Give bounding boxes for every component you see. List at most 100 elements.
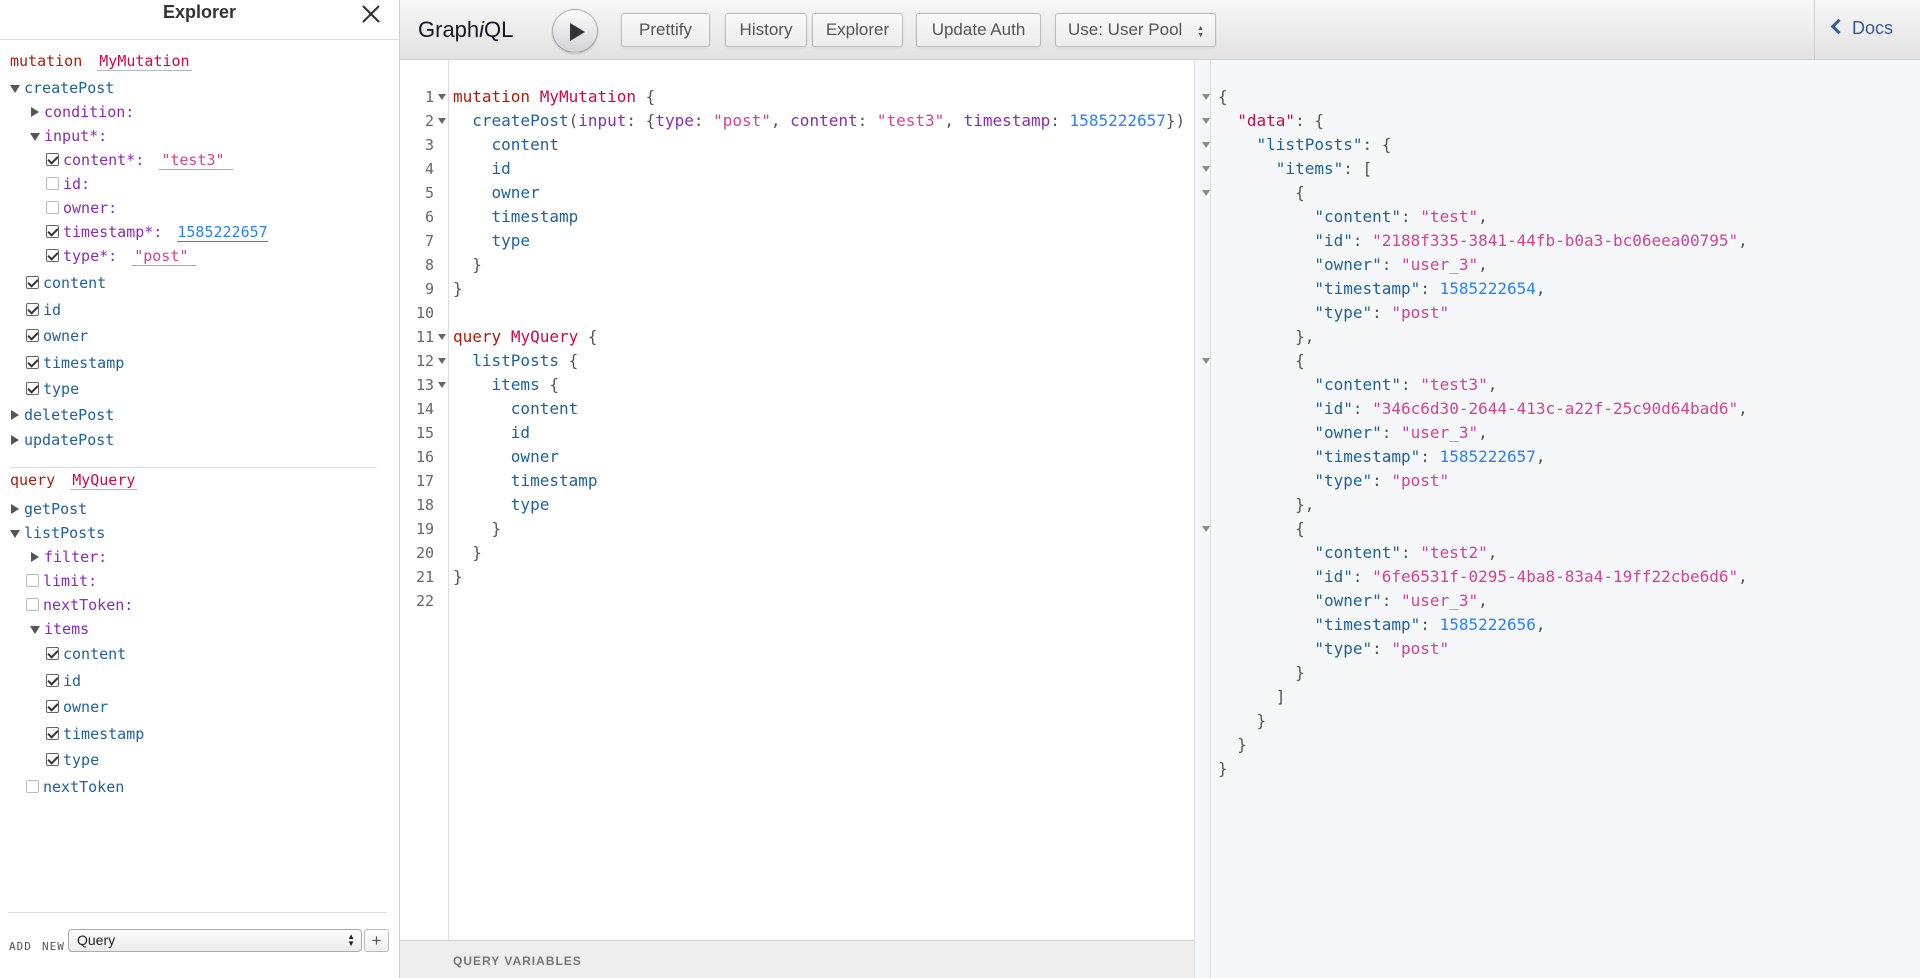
field-label: id [43,301,62,319]
tree-item-filter[interactable]: filter: [30,546,107,568]
tree-field-type[interactable]: type [26,378,79,400]
json-string: "user_3" [1401,423,1479,442]
mutation-name-input[interactable]: MyMutation [97,52,192,71]
checkbox-checked[interactable] [46,647,59,660]
checkbox-unchecked[interactable] [26,574,39,587]
tree-field-nextToken[interactable]: nextToken [26,776,124,798]
json-key: "items" [1275,159,1344,178]
tree-item-updatePost[interactable]: updatePost [10,429,114,451]
input-field-content[interactable]: content*: "test3" [46,149,233,171]
checkbox-checked[interactable] [46,674,59,687]
tree-item-input[interactable]: input*: [30,125,107,147]
fold-arrow-icon[interactable] [438,382,446,388]
timestamp-value-input[interactable]: 1585222657 [177,223,268,242]
fold-arrow-icon[interactable] [1202,118,1210,124]
json-key: "type" [1314,471,1373,490]
tree-field-type[interactable]: type [46,749,99,771]
operation-type-select[interactable]: Query ▲ ▼ [68,929,362,952]
tree-field-content[interactable]: content [46,643,126,665]
graphiql-logo: GraphiQL [418,17,513,43]
query-name-input[interactable]: MyQuery [70,471,138,490]
toolbar: GraphiQL Prettify History Explorer Updat… [400,0,1920,60]
expanded-arrow-icon [10,83,20,93]
docs-button[interactable]: Docs [1830,18,1893,39]
line-number: 3 [424,136,434,154]
line-number: 20 [415,544,434,562]
type-value-input[interactable]: "post" [132,247,197,266]
fold-arrow-icon[interactable] [1202,190,1210,196]
fold-arrow-icon[interactable] [1202,94,1210,100]
code-keyword: query [453,327,502,346]
input-field-type[interactable]: type*: "post" [46,245,197,267]
checkbox-unchecked[interactable] [46,201,59,214]
input-field-owner[interactable]: owner: [46,197,117,219]
tree-label: updatePost [24,431,115,449]
query-variables-bar[interactable]: QUERY VARIABLES [400,940,1194,978]
tree-item-items[interactable]: items [30,618,89,640]
tree-item-deletePost[interactable]: deletePost [10,404,114,426]
content-value-input[interactable]: "test3" [159,151,233,170]
tree-arg-limit[interactable]: limit: [26,570,97,592]
checkbox-unchecked[interactable] [26,780,39,793]
add-operation-button[interactable]: + [364,929,389,952]
fold-arrow-icon[interactable] [1202,166,1210,172]
code-property: type [510,495,550,514]
result-viewer[interactable]: { "data": { "listPosts": { "items": [ { … [1194,60,1920,978]
tree-field-timestamp[interactable]: timestamp [26,352,124,374]
checkbox-checked[interactable] [46,700,59,713]
checkbox-checked[interactable] [46,727,59,740]
tree-item-listPosts[interactable]: listPosts [10,522,105,544]
explorer-button[interactable]: Explorer [812,13,903,47]
execute-query-button[interactable] [552,9,598,53]
fold-arrow-icon[interactable] [438,358,446,364]
new-label: NEW [42,940,65,953]
checkbox-checked[interactable] [26,276,39,289]
checkbox-checked[interactable] [46,753,59,766]
tree-item-condition[interactable]: condition: [30,101,134,123]
tree-field-id[interactable]: id [46,670,81,692]
fold-arrow-icon[interactable] [1202,526,1210,532]
tree-field-owner[interactable]: owner [26,325,88,347]
input-field-timestamp[interactable]: timestamp*: 1585222657 [46,221,268,243]
tree-field-content[interactable]: content [26,272,106,294]
close-icon[interactable] [359,2,383,26]
code-property: createPost [472,111,569,130]
tree-label: input*: [44,127,108,145]
json-number: 1585222657 [1439,447,1536,466]
code-property: owner [491,183,540,202]
fold-arrow-icon[interactable] [438,118,446,124]
checkbox-checked[interactable] [46,249,59,262]
tree-label: createPost [24,79,115,97]
json-key: "content" [1314,543,1402,562]
prettify-button[interactable]: Prettify [621,13,710,47]
checkbox-checked[interactable] [46,225,59,238]
input-field-id[interactable]: id: [46,173,90,195]
result-gutter [1195,60,1211,978]
tree-field-owner[interactable]: owner [46,696,108,718]
tree-item-createPost[interactable]: createPost [10,77,114,99]
update-auth-button[interactable]: Update Auth [916,13,1041,47]
checkbox-unchecked[interactable] [26,598,39,611]
checkbox-checked[interactable] [26,303,39,316]
checkbox-checked[interactable] [26,382,39,395]
tree-arg-nextToken[interactable]: nextToken: [26,594,133,616]
checkbox-checked[interactable] [46,153,59,166]
checkbox-checked[interactable] [26,329,39,342]
checkbox-checked[interactable] [26,356,39,369]
code-property: listPosts [472,351,559,370]
fold-arrow-icon[interactable] [1202,142,1210,148]
history-button[interactable]: History [725,13,807,47]
json-string: "test3" [1420,375,1488,394]
fold-arrow-icon[interactable] [438,334,446,340]
checkbox-unchecked[interactable] [46,177,59,190]
fold-arrow-icon[interactable] [1202,358,1210,364]
tree-item-getPost[interactable]: getPost [10,498,87,520]
tree-label: filter: [44,548,108,566]
json-key: "timestamp" [1314,615,1421,634]
code-property: timestamp [491,207,579,226]
auth-mode-select[interactable]: Use: User Pool ▲ ▼ [1055,13,1216,47]
fold-arrow-icon[interactable] [438,94,446,100]
tree-field-id[interactable]: id [26,299,61,321]
query-editor[interactable]: 1 mutation MyMutation { 2 createPost(inpu… [400,60,1194,978]
tree-field-timestamp[interactable]: timestamp [46,723,144,745]
